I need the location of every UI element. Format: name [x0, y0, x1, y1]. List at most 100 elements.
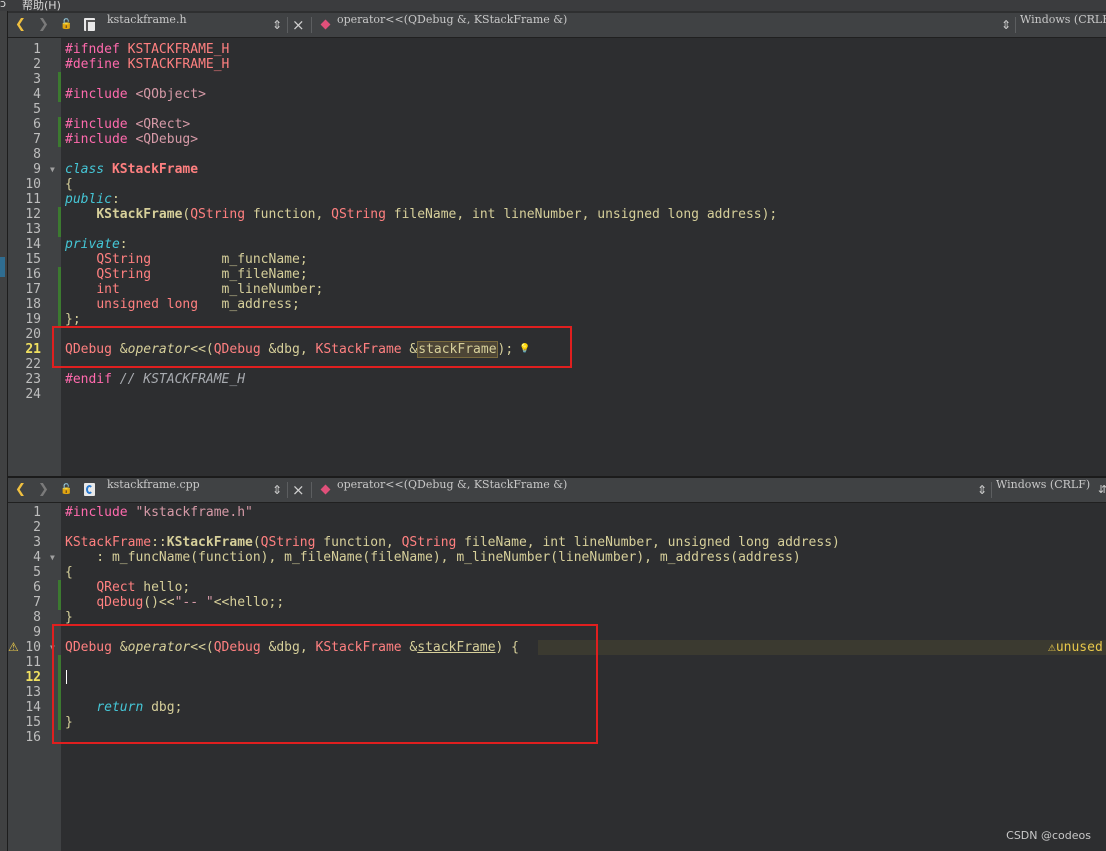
lock-icon[interactable]: 🔓: [60, 13, 72, 37]
highlight-box-definition: [52, 624, 598, 744]
line-number: 11: [25, 655, 41, 670]
line-number: 15: [25, 715, 41, 730]
code-line: : m_funcName(function), m_fileName(fileN…: [65, 550, 801, 565]
toolbar-separator: [287, 482, 288, 498]
header-file-icon: [84, 18, 95, 31]
code-line: #include <QObject>: [65, 87, 206, 102]
code-line: #ifndef KSTACKFRAME_H: [65, 42, 230, 57]
lock-icon[interactable]: 🔓: [60, 478, 72, 502]
code-line: #define KSTACKFRAME_H: [65, 57, 230, 72]
nav-back-icon[interactable]: ❮: [15, 478, 26, 502]
file-switch-icon[interactable]: ⇕: [272, 478, 282, 502]
line-number: 7: [33, 132, 41, 147]
menu-item-help[interactable]: 帮助(H): [22, 0, 61, 11]
line-number: 5: [33, 565, 41, 580]
left-sidebar-edge: [0, 11, 8, 851]
warning-icon[interactable]: ⚠: [8, 640, 19, 655]
sidebar-selection-marker: [0, 257, 5, 277]
warning-line-highlight: [538, 640, 1106, 655]
symbol-diamond-icon: [320, 19, 331, 30]
line-number: 12: [25, 207, 41, 222]
encoding-switch-icon[interactable]: ⇕: [1001, 13, 1011, 37]
line-number: 13: [25, 222, 41, 237]
menu-item-prev[interactable]: ɔ: [0, 0, 6, 10]
code-line: #include "kstackframe.h": [65, 505, 253, 520]
line-number: 3: [33, 72, 41, 87]
line-number: 14: [25, 237, 41, 252]
code-line: #endif // KSTACKFRAME_H: [65, 372, 246, 387]
toolbar-separator: [287, 17, 288, 33]
code-line: QString m_funcName;: [96, 252, 308, 267]
editor-toolbar-top: ❮ ❯ 🔓 kstackframe.h ⇕ × operator<<(QDebu…: [8, 13, 1106, 38]
menu-bar: ɔ 帮助(H): [0, 0, 1106, 11]
file-name[interactable]: kstackframe.h: [107, 13, 187, 37]
code-line: KStackFrame(QString function, QString fi…: [96, 207, 778, 222]
code-line: int m_lineNumber;: [96, 282, 324, 297]
editor-pane-source: ❮ ❯ 🔓 kstackframe.cpp ⇕ × operator<<(QDe…: [8, 478, 1106, 851]
line-number-current: 12: [25, 670, 41, 685]
line-number: 23: [25, 372, 41, 387]
code-line: #include <QDebug>: [65, 132, 199, 147]
overflow-icon[interactable]: ⇵: [1098, 478, 1106, 502]
close-icon[interactable]: ×: [292, 478, 305, 502]
line-number: 8: [33, 147, 41, 162]
code-line: QRect hello;: [96, 580, 191, 595]
fold-marker-icon[interactable]: ▼: [50, 550, 55, 565]
file-switch-icon[interactable]: ⇕: [272, 13, 282, 37]
close-icon[interactable]: ×: [292, 13, 305, 37]
line-number: 15: [25, 252, 41, 267]
warning-annotation[interactable]: ⚠unused: [1048, 640, 1103, 655]
line-ending-selector[interactable]: Windows (CRLF): [996, 478, 1090, 502]
code-line: };: [65, 312, 81, 327]
line-number: 17: [25, 282, 41, 297]
line-number: 22: [25, 357, 41, 372]
line-number: 6: [33, 580, 41, 595]
symbol-selector[interactable]: operator<<(QDebug &, KStackFrame &): [337, 13, 567, 37]
editor-pane-header: ❮ ❯ 🔓 kstackframe.h ⇕ × operator<<(QDebu…: [8, 13, 1106, 476]
line-number: 14: [25, 700, 41, 715]
line-number: 9: [33, 162, 41, 177]
toolbar-separator: [991, 482, 992, 498]
line-number: 2: [33, 57, 41, 72]
nav-forward-icon[interactable]: ❯: [38, 478, 49, 502]
toolbar-separator: [311, 17, 312, 33]
line-number: 13: [25, 685, 41, 700]
line-number-gutter: 1 2 3 4 5 6 7 8 9 10 11 12 13 14 15 16 1…: [8, 38, 61, 476]
fold-marker-icon[interactable]: ▼: [50, 162, 55, 177]
watermark: CSDN @codeos: [1006, 829, 1091, 842]
code-line: unsigned long m_address;: [96, 297, 300, 312]
line-number: 5: [33, 102, 41, 117]
code-line: private:: [65, 237, 128, 252]
encoding-switch-icon[interactable]: ⇕: [977, 478, 987, 502]
symbol-diamond-icon: [320, 484, 331, 495]
toolbar-separator: [1015, 17, 1016, 33]
line-ending-selector[interactable]: Windows (CRLF): [1020, 13, 1106, 37]
code-line: public:: [65, 192, 120, 207]
highlight-box-declaration: [52, 326, 572, 368]
code-line: KStackFrame::KStackFrame(QString functio…: [65, 535, 840, 550]
nav-back-icon[interactable]: ❮: [15, 13, 26, 37]
line-number: 16: [25, 267, 41, 282]
line-number: 4: [33, 87, 41, 102]
line-number: 9: [33, 625, 41, 640]
line-number: 18: [25, 297, 41, 312]
line-number: 24: [25, 387, 41, 402]
code-line: {: [65, 565, 73, 580]
line-number: 2: [33, 520, 41, 535]
line-number: 1: [33, 505, 41, 520]
cpp-file-icon: [84, 483, 95, 496]
line-number: 4: [33, 550, 41, 565]
line-number: 10: [25, 177, 41, 192]
line-number: 7: [33, 595, 41, 610]
symbol-selector[interactable]: operator<<(QDebug &, KStackFrame &): [337, 478, 567, 502]
line-number-current: 21: [25, 342, 41, 357]
code-line: {: [65, 177, 73, 192]
line-number: 16: [25, 730, 41, 745]
file-name[interactable]: kstackframe.cpp: [107, 478, 200, 502]
code-line: qDebug()<<"-- "<<hello;;: [96, 595, 285, 610]
line-number: 1: [33, 42, 41, 57]
line-number: 20: [25, 327, 41, 342]
nav-forward-icon[interactable]: ❯: [38, 13, 49, 37]
editor-toolbar-bottom: ❮ ❯ 🔓 kstackframe.cpp ⇕ × operator<<(QDe…: [8, 478, 1106, 503]
code-line: #include <QRect>: [65, 117, 191, 132]
